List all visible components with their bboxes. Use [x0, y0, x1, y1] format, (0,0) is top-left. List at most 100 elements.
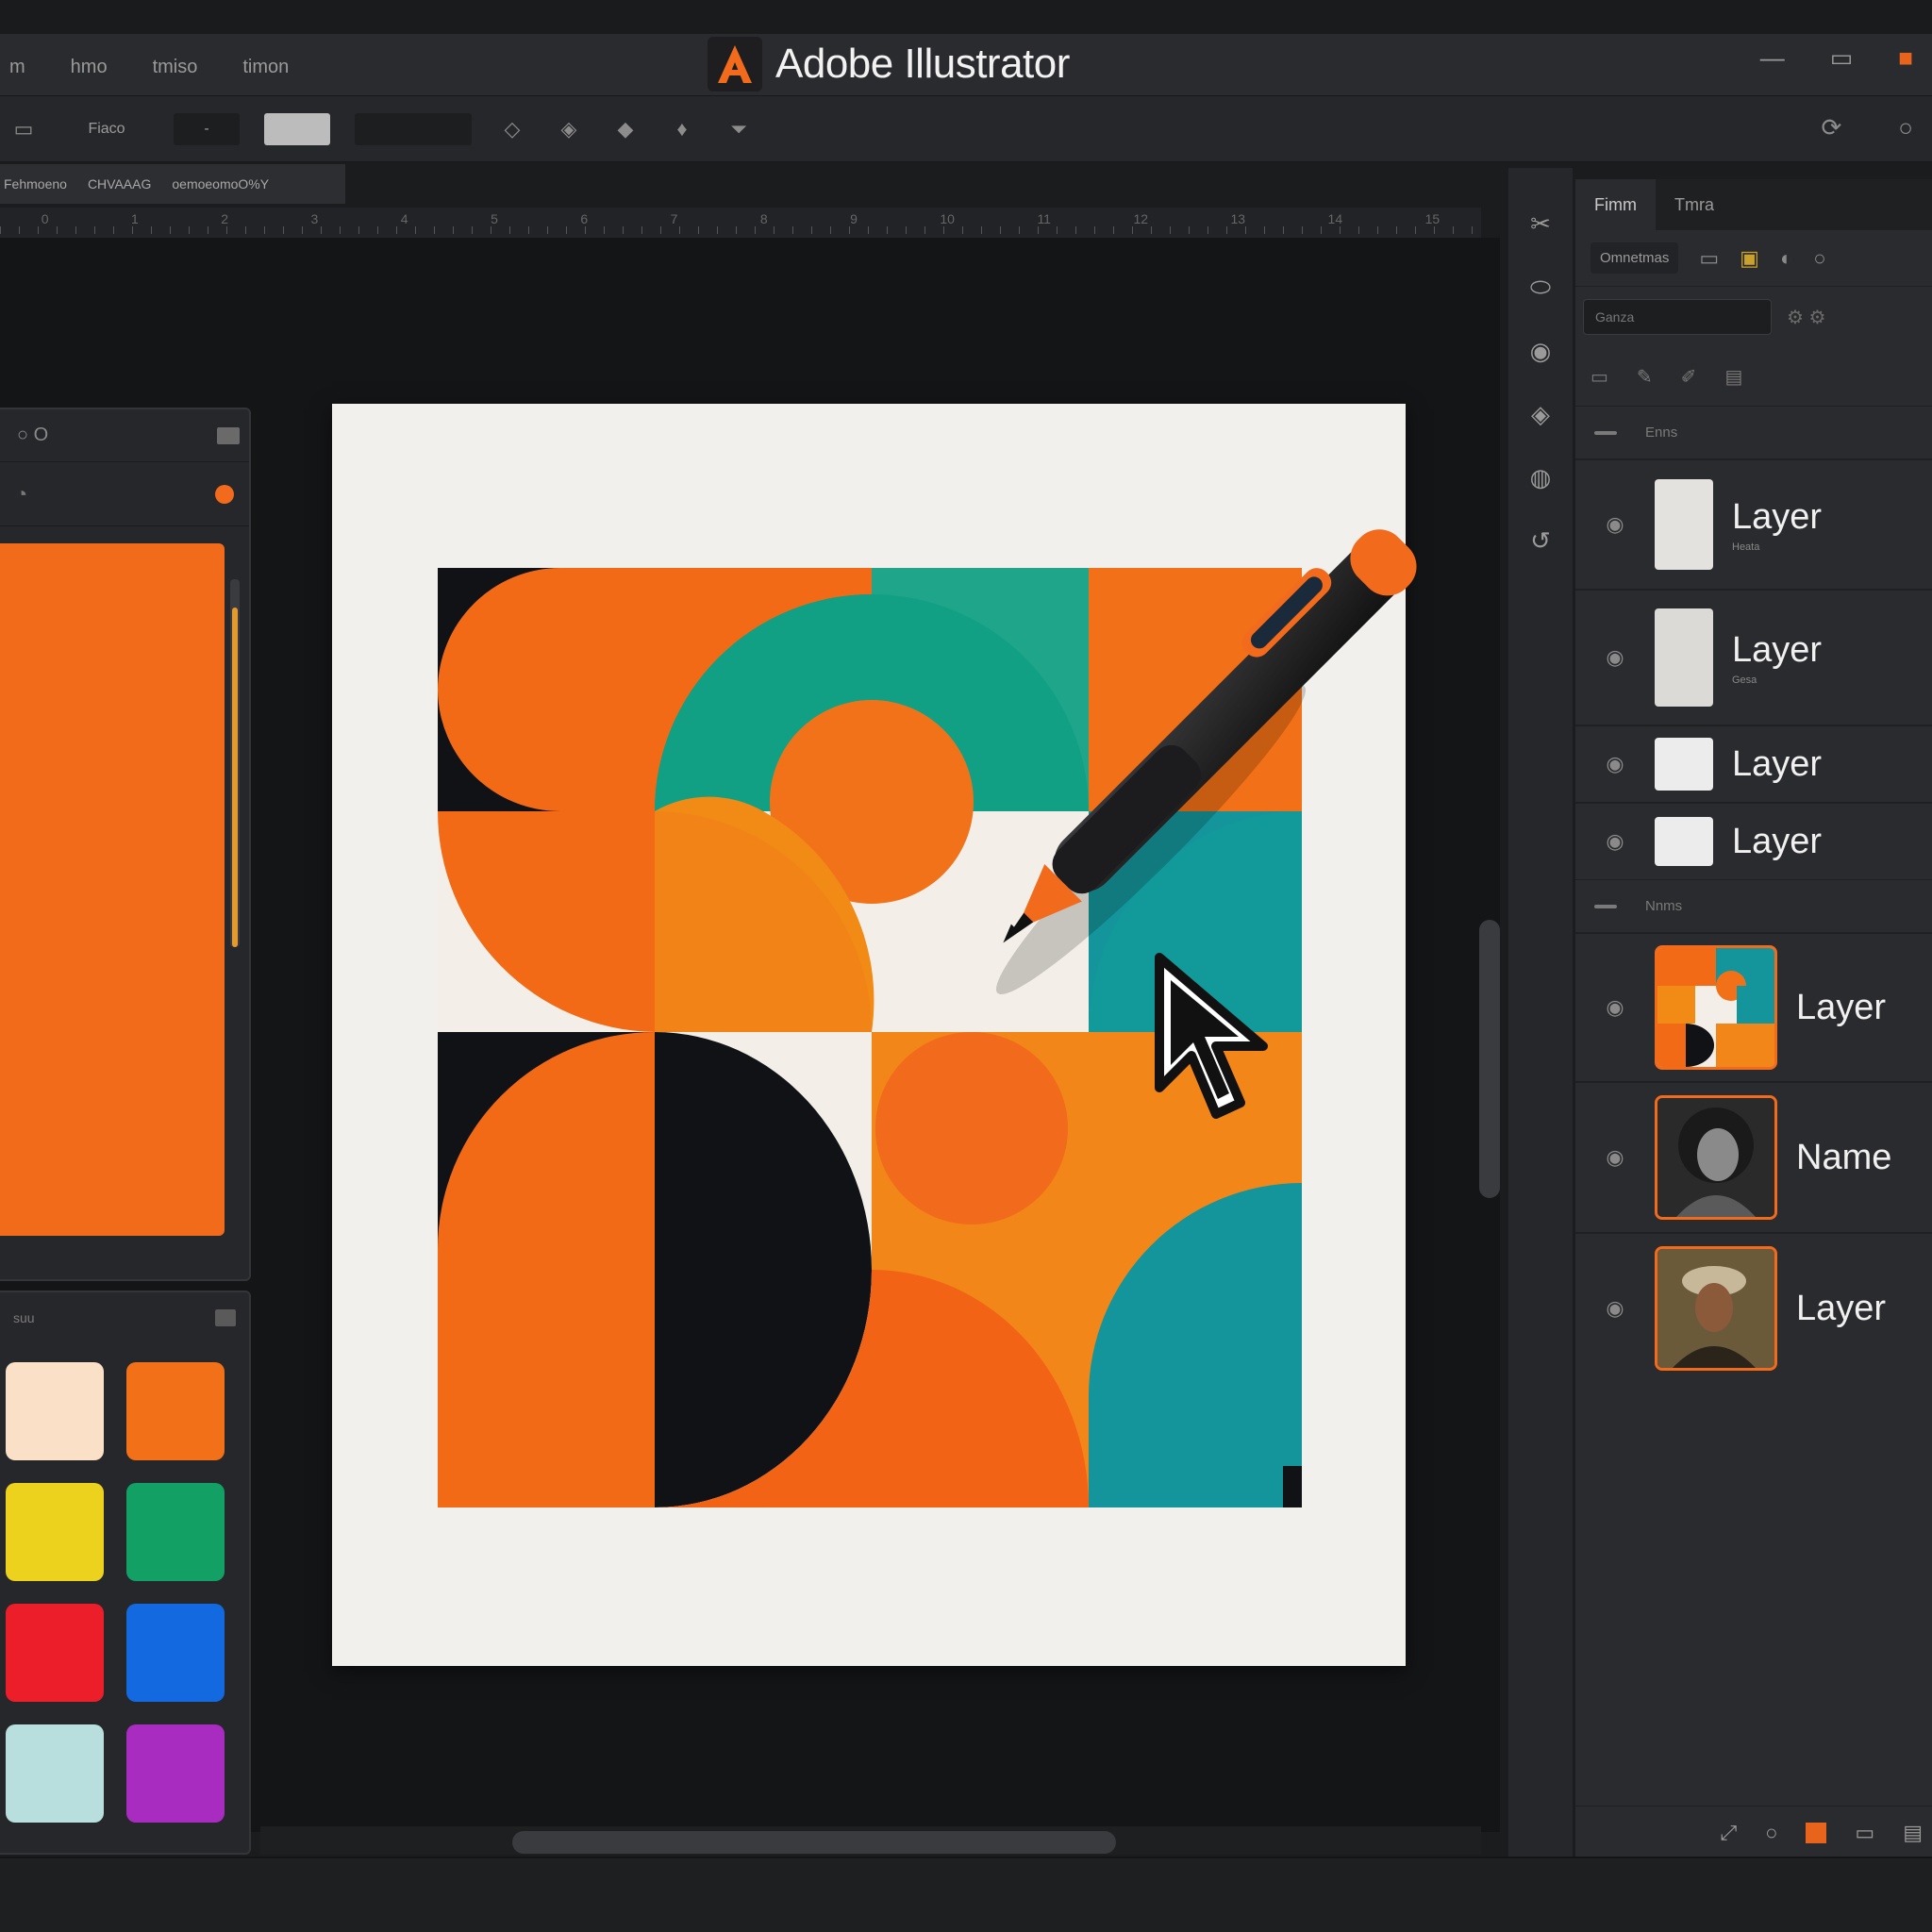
swatch-blue[interactable]: [126, 1604, 225, 1702]
eye-icon[interactable]: ◉: [1575, 645, 1655, 670]
swatch-yellow[interactable]: [6, 1483, 104, 1581]
group-label: Nnms: [1645, 898, 1683, 914]
swatch-orange[interactable]: [126, 1362, 225, 1460]
tab-layers[interactable]: Fimm: [1575, 179, 1656, 230]
bucket-icon[interactable]: ◍: [1530, 463, 1552, 492]
ruler-label: 7: [670, 211, 678, 226]
portrait-thumbnail: [1655, 1095, 1777, 1220]
layer-row[interactable]: ◉ Layer: [1575, 932, 1932, 1081]
ruler-label: 13: [1230, 211, 1246, 226]
swatches-label: suu: [13, 1310, 35, 1325]
doc-tab-0[interactable]: Fehmoeno: [4, 176, 67, 192]
horizontal-scrollbar[interactable]: [512, 1831, 1116, 1854]
mask-icon[interactable]: ◐: [1780, 246, 1792, 271]
panel-toggle-icon[interactable]: ▭: [8, 113, 40, 145]
lock-icon[interactable]: ◉: [1530, 337, 1552, 366]
layer-group-header[interactable]: Nnms: [1575, 879, 1932, 932]
convert-anchor-icon[interactable]: ◈: [553, 113, 585, 145]
eye-icon[interactable]: ◉: [1575, 995, 1655, 1020]
adobe-a-icon: [708, 37, 762, 92]
layer-row[interactable]: ◉ Layer: [1575, 1232, 1932, 1383]
layer-name: Name: [1796, 1137, 1892, 1177]
ruler-label: 15: [1424, 211, 1441, 226]
eye-icon[interactable]: ◉: [1575, 829, 1655, 854]
rotate-icon[interactable]: ↺: [1530, 526, 1551, 556]
new-sublayer-icon[interactable]: ▭: [1855, 1821, 1874, 1845]
ruler-label: 10: [940, 211, 955, 226]
shape-icon[interactable]: ♦: [666, 113, 698, 145]
menu-item-3[interactable]: timon: [233, 53, 298, 82]
vertical-scrollbar[interactable]: [1479, 920, 1500, 1198]
ruler-label: 11: [1037, 211, 1051, 226]
circle-icon[interactable]: ○: [1813, 246, 1825, 271]
swatch-peach[interactable]: [6, 1362, 104, 1460]
align-icon[interactable]: ⏷: [723, 113, 755, 145]
mask-icon[interactable]: ○: [1765, 1821, 1777, 1845]
layer-filter-input[interactable]: Ganza: [1583, 299, 1772, 335]
sync-icon[interactable]: ⟳: [1821, 113, 1841, 142]
eraser-icon[interactable]: ⬭: [1530, 273, 1551, 303]
layer-row[interactable]: ◉ Layer Gesa: [1575, 589, 1932, 724]
doc-tab-1[interactable]: CHVAAAG: [88, 176, 151, 192]
panel-menu-icon[interactable]: [215, 1309, 236, 1326]
layer-row[interactable]: ◉ Name: [1575, 1081, 1932, 1232]
collapse-icon[interactable]: [1594, 904, 1617, 908]
layer-row[interactable]: ◉ Layer Heata: [1575, 458, 1932, 589]
layers-icon[interactable]: ▤: [1724, 365, 1742, 389]
eye-icon[interactable]: ◉: [1575, 1145, 1655, 1170]
minimize-button[interactable]: —: [1760, 43, 1785, 73]
ruler-label: 8: [759, 211, 768, 226]
pencil-icon[interactable]: ✎: [1637, 365, 1653, 389]
layer-icon[interactable]: ▭: [1699, 246, 1719, 271]
collapse-icon[interactable]: [1594, 430, 1617, 435]
eye-icon[interactable]: ◉: [1575, 752, 1655, 776]
layer-name: Layer: [1732, 821, 1823, 861]
color-slider[interactable]: [230, 579, 240, 947]
swatch-light-teal[interactable]: [6, 1724, 104, 1823]
filter-options-icon[interactable]: ⚙ ⚙: [1787, 306, 1825, 329]
doc-tab-2[interactable]: oemoeomoO%Y: [172, 176, 269, 192]
brush-icon[interactable]: ✐: [1681, 365, 1697, 389]
color-mode-icon[interactable]: ◔: [15, 482, 27, 507]
panel-label: Omnetmas: [1591, 242, 1679, 274]
eye-icon[interactable]: ◉: [1575, 512, 1655, 537]
toggle-icon[interactable]: ▭: [1591, 365, 1608, 389]
handle-icon[interactable]: ◆: [609, 113, 641, 145]
menu-item-1[interactable]: hmo: [61, 53, 117, 82]
search-icon[interactable]: ○: [1898, 113, 1913, 142]
active-color-dot[interactable]: [215, 484, 234, 504]
eye-icon[interactable]: ◉: [1575, 1296, 1655, 1321]
menu-item-2[interactable]: tmiso: [143, 53, 208, 82]
stroke-swatch[interactable]: [264, 112, 330, 145]
current-color-swatch[interactable]: [0, 543, 225, 1236]
new-layer-icon[interactable]: [1806, 1822, 1827, 1843]
ruler-label: 1: [131, 211, 139, 226]
close-button[interactable]: ■: [1898, 43, 1913, 73]
layer-thumbnail: [1655, 479, 1713, 570]
maximize-button[interactable]: ▭: [1830, 43, 1854, 73]
ruler-label: 14: [1327, 211, 1343, 226]
stroke-weight-dropdown[interactable]: [355, 112, 472, 145]
swatch-green[interactable]: [126, 1483, 225, 1581]
fill-dropdown[interactable]: -: [174, 112, 240, 145]
layer-name: Layer: [1796, 1288, 1887, 1328]
ruler-label: 12: [1133, 211, 1149, 226]
layer-name: Layer: [1732, 629, 1823, 670]
menu-item-0[interactable]: m: [0, 53, 35, 82]
anchor-icon[interactable]: ◇: [496, 113, 528, 145]
delete-layer-icon[interactable]: ▤: [1903, 1821, 1923, 1845]
swatch-purple[interactable]: [126, 1724, 225, 1823]
layer-thumbnail: [1655, 817, 1713, 866]
layer-group-header[interactable]: Enns: [1575, 406, 1932, 458]
link-icon[interactable]: ⤢: [1721, 1821, 1738, 1845]
panel-menu-icon[interactable]: [217, 426, 240, 444]
fill-label[interactable]: Fiaco: [64, 113, 149, 145]
gem-icon[interactable]: ◈: [1531, 400, 1550, 429]
scissors-icon[interactable]: ✂: [1530, 209, 1551, 239]
app-name: Adobe Illustrator: [775, 41, 1070, 87]
tab-other[interactable]: Tmra: [1656, 179, 1733, 230]
layer-row[interactable]: ◉ Layer: [1575, 802, 1932, 879]
swatch-red[interactable]: [6, 1604, 104, 1702]
folder-icon[interactable]: ▣: [1740, 246, 1759, 271]
layer-row[interactable]: ◉ Layer: [1575, 724, 1932, 802]
